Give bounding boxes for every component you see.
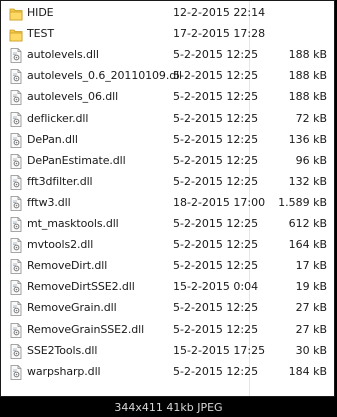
folder-row[interactable]: TEST 17-2-2015 17:28 [1,24,334,45]
file-row[interactable]: fft3dfilter.dll 5-2-2015 12:25 132 kB [1,172,334,193]
dll-file-icon [9,364,23,381]
file-name: RemoveGrain.dll [27,301,117,315]
dll-file-icon [9,153,23,170]
file-size: 136 kB [288,132,327,146]
date-modified: 12-2-2015 22:14 [173,6,266,19]
dll-file-icon [9,89,23,106]
file-size: 188 kB [288,90,327,104]
dll-file-icon [9,258,23,275]
dll-file-icon [9,279,23,296]
file-row[interactable]: DePanEstimate.dll 5-2-2015 12:25 96 kB [1,151,334,172]
file-size: 1.589 kB [278,195,327,209]
dll-file-icon [9,174,23,191]
dll-file-icon [9,343,23,360]
file-name: mt_masktools.dll [27,217,119,230]
date-modified: 5-2-2015 12:25 [173,301,259,315]
file-row[interactable]: warpsharp.dll 5-2-2015 12:25 184 kB [1,362,334,383]
file-row[interactable]: DePan.dll 5-2-2015 12:25 136 kB [1,130,334,151]
file-size: 188 kB [288,69,327,83]
file-row[interactable]: autolevels_0.6_20110109.dll 5-2-2015 12:2… [1,66,334,87]
file-size: 72 kB [295,111,327,125]
folder-icon [9,5,23,22]
file-size: 17 kB [295,259,327,273]
date-modified: 18-2-2015 17:00 [173,195,266,209]
file-row[interactable]: RemoveGrainSSE2.dll 5-2-2015 12:25 27 kB [1,320,334,341]
dll-file-icon [9,111,23,128]
file-size: 19 kB [295,280,327,294]
file-name: TEST [27,27,54,41]
file-row[interactable]: SSE2Tools.dll 15-2-2015 17:25 30 kB [1,341,334,362]
file-name: deflicker.dll [27,111,89,125]
file-size: 132 kB [288,174,327,188]
file-name: autolevels_0.6_20110109.dll [27,69,183,83]
file-row[interactable]: autolevels_06.dll 5-2-2015 12:25 188 kB [1,87,334,108]
date-modified: 5-2-2015 12:25 [173,69,259,83]
date-modified: 5-2-2015 12:25 [173,48,259,62]
date-modified: 5-2-2015 12:25 [173,217,259,230]
dll-file-icon [9,47,23,64]
date-modified: 5-2-2015 12:25 [173,322,259,336]
file-size: 96 kB [295,153,327,167]
file-row[interactable]: mvtools2.dll 5-2-2015 12:25 164 kB [1,235,334,256]
file-row[interactable]: RemoveGrain.dll 5-2-2015 12:25 27 kB [1,298,334,319]
folder-row[interactable]: HIDE 12-2-2015 22:14 [1,3,334,24]
folder-icon [9,26,23,43]
file-name: RemoveDirtSSE2.dll [27,280,135,294]
file-row[interactable]: RemoveDirt.dll 5-2-2015 12:25 17 kB [1,256,334,277]
file-row[interactable]: mt_masktools.dll 5-2-2015 12:25 612 kB [1,214,334,235]
date-modified: 5-2-2015 12:25 [173,111,259,125]
file-row[interactable]: autolevels.dll 5-2-2015 12:25 188 kB [1,45,334,66]
date-modified: 17-2-2015 17:28 [173,27,266,41]
dll-file-icon [9,195,23,212]
file-name: DePan.dll [27,132,78,146]
date-modified: 5-2-2015 12:25 [173,238,259,252]
date-modified: 15-2-2015 0:04 [173,280,259,294]
file-size: 164 kB [288,238,327,252]
file-row[interactable]: deflicker.dll 5-2-2015 12:25 72 kB [1,109,334,130]
file-size: 612 kB [288,217,327,230]
date-modified: 5-2-2015 12:25 [173,259,259,273]
file-size: 188 kB [288,48,327,62]
file-row[interactable]: RemoveDirtSSE2.dll 15-2-2015 0:04 19 kB [1,277,334,298]
file-row[interactable]: fftw3.dll 18-2-2015 17:00 1.589 kB [1,193,334,214]
date-modified: 5-2-2015 12:25 [173,153,259,167]
date-modified: 5-2-2015 12:25 [173,90,259,104]
date-modified: 5-2-2015 12:25 [173,132,259,146]
file-size: 27 kB [295,322,327,336]
file-name: RemoveGrainSSE2.dll [27,322,145,336]
image-caption: 344x411 41kb JPEG [114,401,223,414]
file-list: HIDE 12-2-2015 22:14 TEST 17-2-2015 17:28 au… [0,0,335,397]
dll-file-icon [9,132,23,149]
dll-file-icon [9,68,23,85]
file-size: 27 kB [295,301,327,315]
date-modified: 5-2-2015 12:25 [173,364,259,378]
file-name: warpsharp.dll [27,364,101,378]
file-name: HIDE [27,6,54,19]
file-name: autolevels_06.dll [27,90,119,104]
dll-file-icon [9,237,23,254]
file-name: RemoveDirt.dll [27,259,108,273]
dll-file-icon [9,322,23,339]
dll-file-icon [9,300,23,317]
file-name: fft3dfilter.dll [27,174,93,188]
date-modified: 5-2-2015 12:25 [173,174,259,188]
file-name: fftw3.dll [27,195,71,209]
file-name: SSE2Tools.dll [27,343,98,357]
file-name: autolevels.dll [27,48,99,62]
file-size: 184 kB [288,364,327,378]
date-modified: 15-2-2015 17:25 [173,343,266,357]
file-name: mvtools2.dll [27,238,94,252]
file-name: DePanEstimate.dll [27,153,126,167]
file-size: 30 kB [295,343,327,357]
dll-file-icon [9,216,23,233]
